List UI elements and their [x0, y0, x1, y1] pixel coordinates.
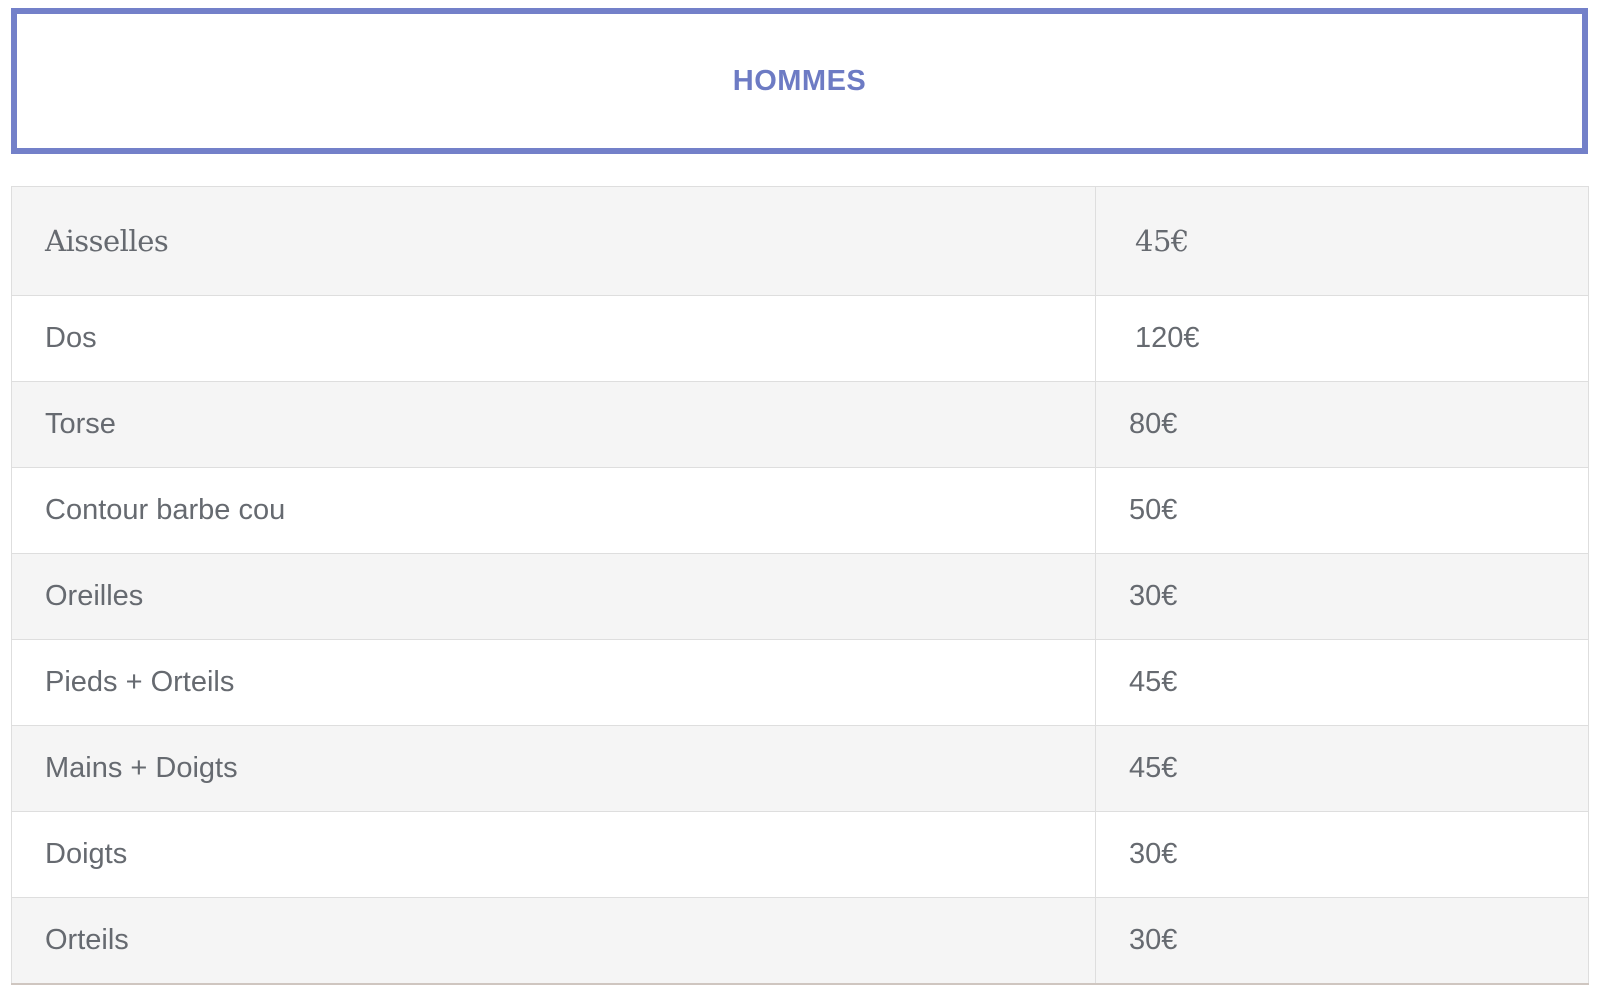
table-row: Aisselles 45€: [11, 186, 1589, 296]
table-row: Mains + Doigts 45€: [11, 725, 1589, 812]
table-row: Doigts 30€: [11, 811, 1589, 898]
price-cell: 30€: [1129, 923, 1178, 956]
price-cell: 30€: [1095, 553, 1589, 640]
table-row: Orteils 30€: [11, 897, 1589, 984]
table-row: Oreilles 30€: [11, 553, 1589, 640]
section-title: HOMMES: [732, 64, 867, 97]
service-cell: Dos: [11, 295, 1096, 382]
price-cell: 80€: [1095, 381, 1589, 468]
price-cell: 120€: [1095, 295, 1589, 382]
section-header-box: HOMMES: [11, 8, 1588, 154]
price-cell: 30€: [1095, 811, 1589, 898]
service-cell: Aisselles: [11, 186, 1096, 296]
table-row: Dos 120€: [11, 295, 1589, 382]
service-cell: Torse: [11, 381, 1096, 468]
service-cell: Mains + Doigts: [11, 725, 1096, 812]
price-cell: 45€: [1095, 639, 1589, 726]
service-cell: Pieds + Orteils: [11, 639, 1096, 726]
price-table: Aisselles 45€ Dos 120€ Torse 80€ Contour…: [11, 186, 1589, 985]
page: HOMMES Aisselles 45€ Dos 120€ Torse 80€ …: [0, 0, 1600, 998]
service-cell: Contour barbe cou: [11, 467, 1096, 554]
table-row: Contour barbe cou 50€: [11, 467, 1589, 554]
price-cell: 45€: [1095, 725, 1589, 812]
service-cell: Doigts: [11, 811, 1096, 898]
table-row: Torse 80€: [11, 381, 1589, 468]
service-cell: Orteils: [11, 897, 1096, 984]
price-cell: 45€: [1095, 186, 1589, 296]
service-cell: Oreilles: [11, 553, 1096, 640]
price-cell: 50€: [1095, 467, 1589, 554]
table-row: Pieds + Orteils 45€: [11, 639, 1589, 726]
